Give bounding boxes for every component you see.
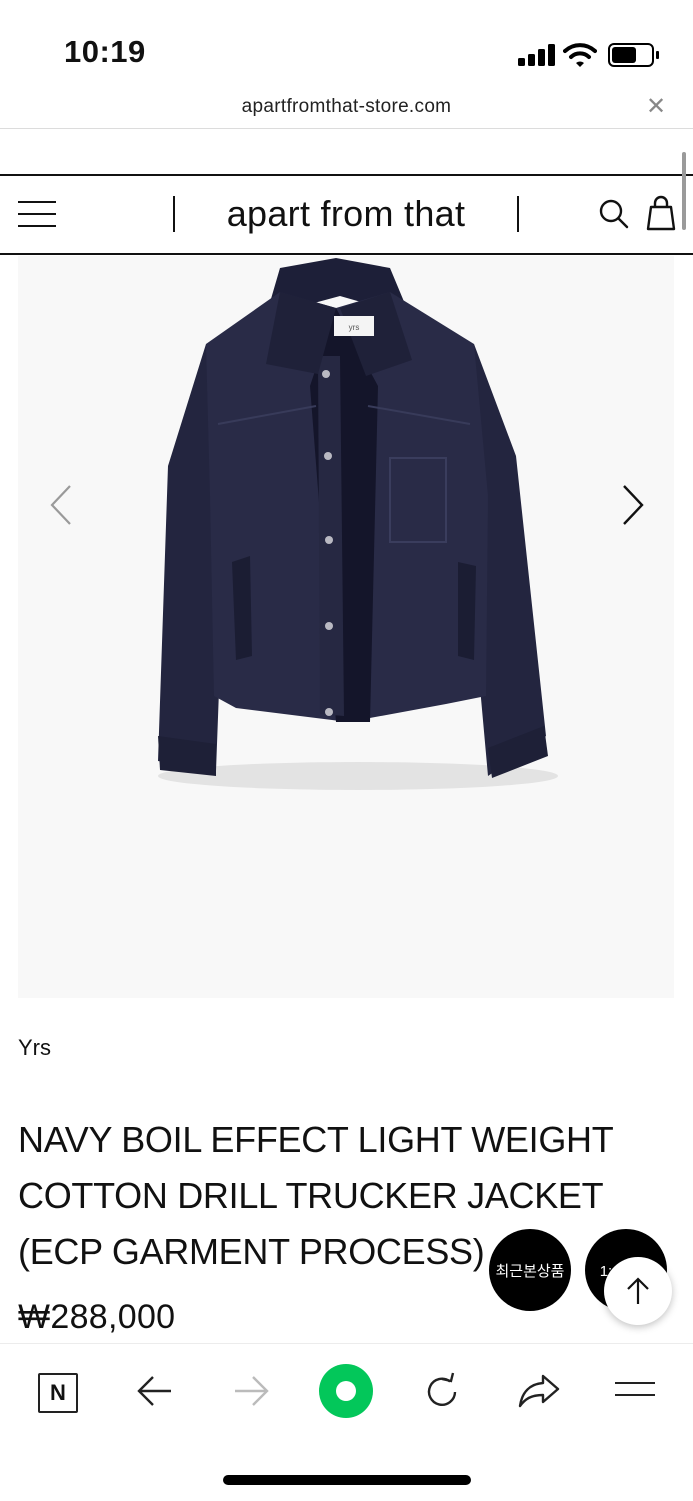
address-bar-url[interactable]: apartfromthat-store.com <box>0 96 693 118</box>
header-bottom-rule <box>0 253 693 255</box>
hamburger-menu-icon[interactable] <box>18 201 56 229</box>
reload-icon[interactable] <box>422 1372 462 1412</box>
wifi-icon <box>563 43 597 67</box>
scroll-to-top-button[interactable] <box>604 1257 672 1325</box>
next-image-chevron-icon[interactable] <box>618 482 648 528</box>
home-indicator[interactable] <box>223 1475 471 1485</box>
garment-label-text: yrs <box>349 323 360 332</box>
product-title: NAVY BOIL EFFECT LIGHT WEIGHT COTTON DRI… <box>18 1119 613 1272</box>
product-image[interactable]: yrs <box>18 256 674 998</box>
logo-divider-right <box>517 196 519 232</box>
search-icon[interactable] <box>598 198 630 230</box>
jacket-illustration: yrs <box>158 258 558 790</box>
status-time: 10:19 <box>64 34 146 69</box>
recently-viewed-button[interactable]: 최근본상품 <box>489 1229 571 1311</box>
arrow-up-icon <box>627 1277 649 1304</box>
site-logo[interactable]: apart from that <box>196 193 496 235</box>
shopping-bag-icon[interactable] <box>646 195 676 231</box>
naver-n-icon[interactable]: N <box>38 1373 78 1413</box>
recently-viewed-label: 최근본상품 <box>495 1262 565 1280</box>
menu-icon[interactable] <box>615 1382 655 1397</box>
url-bar-divider <box>0 128 693 129</box>
product-price: ₩288,000 <box>18 1298 176 1336</box>
cellular-signal-icon <box>518 44 555 66</box>
header-top-rule <box>0 174 693 176</box>
product-brand[interactable]: Yrs <box>18 1035 51 1061</box>
battery-icon <box>608 43 659 67</box>
forward-arrow-icon[interactable] <box>231 1374 271 1408</box>
logo-divider-left <box>173 196 175 232</box>
close-icon[interactable]: ✕ <box>644 92 668 121</box>
green-dot-icon[interactable] <box>319 1364 373 1418</box>
back-arrow-icon[interactable] <box>135 1374 175 1408</box>
share-icon[interactable] <box>517 1372 561 1410</box>
previous-image-chevron-icon[interactable] <box>46 482 76 528</box>
page-scrollbar[interactable] <box>682 152 686 230</box>
